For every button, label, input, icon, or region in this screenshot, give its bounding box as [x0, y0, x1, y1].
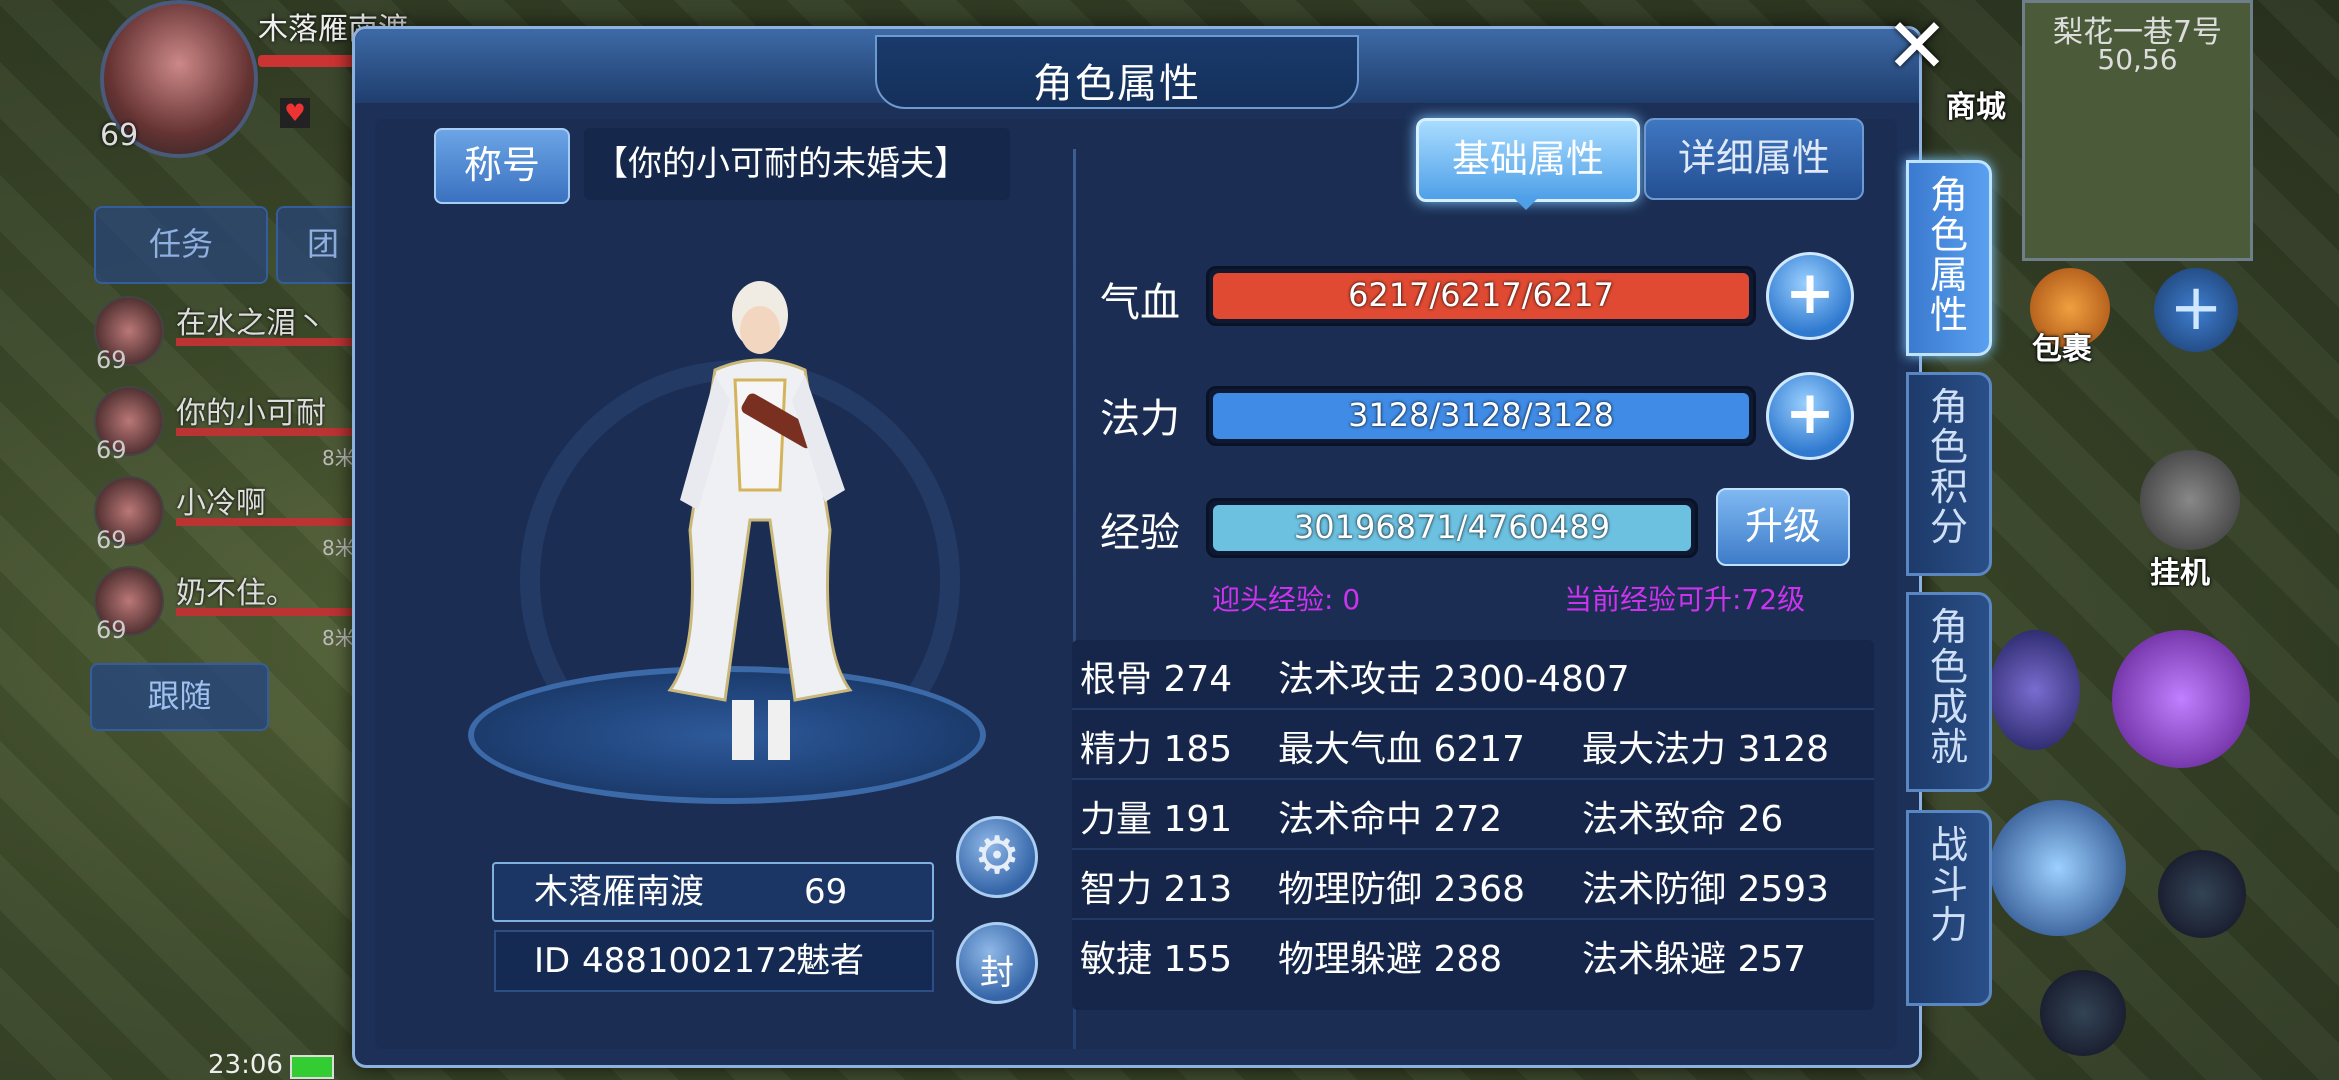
- character-name-box: 木落雁南渡 69: [492, 862, 934, 922]
- add-hp-button[interactable]: +: [1766, 252, 1854, 340]
- table-row: 根骨 274 法术攻击 2300-4807: [1072, 640, 1874, 710]
- team-member[interactable]: 小冷啊 69 8米: [90, 476, 360, 560]
- tab-character-achievements[interactable]: 角色成就: [1906, 592, 1992, 792]
- attr-cell: 法术防御 2593: [1582, 869, 1830, 910]
- skill-icon[interactable]: [2112, 630, 2250, 768]
- attr-cell: 法术命中 272: [1278, 799, 1503, 840]
- team-member-name: 奶不住。: [176, 576, 296, 611]
- gear-icon[interactable]: ⚙: [956, 816, 1038, 898]
- tab-detailed-attributes[interactable]: 详细属性: [1644, 118, 1864, 200]
- clock: 23:06: [208, 1050, 283, 1080]
- locked-skill-icon[interactable]: [2158, 850, 2246, 938]
- add-icon[interactable]: +: [2154, 268, 2238, 352]
- team-member[interactable]: 奶不住。 69 8米: [90, 566, 360, 650]
- mp-label: 法力: [1100, 396, 1180, 442]
- tab-label: 角色成就: [1929, 605, 1968, 769]
- skill-icon[interactable]: [1990, 800, 2126, 936]
- attr-cell: 法术躲避 257: [1582, 939, 1807, 980]
- attr-cell: 最大法力 3128: [1582, 729, 1830, 770]
- exp-bar: 30196871/4760489: [1206, 498, 1698, 558]
- team-member-level: 69: [96, 436, 127, 464]
- team-member-level: 69: [96, 616, 127, 644]
- team-member-level: 69: [96, 526, 127, 554]
- seal-button[interactable]: 封: [956, 922, 1038, 1004]
- character-name: 木落雁南渡: [534, 872, 704, 912]
- team-member[interactable]: 在水之湄丶 69: [90, 296, 360, 380]
- idle-icon[interactable]: [2140, 450, 2240, 550]
- shop-label[interactable]: 商城: [1946, 82, 2006, 126]
- head-exp-note: 迎头经验: 0: [1212, 583, 1361, 616]
- dialog-title: 角色属性: [1033, 61, 1201, 107]
- id-label: ID: [534, 941, 571, 981]
- tab-character-attributes[interactable]: 角色属性: [1906, 160, 1992, 356]
- attr-cell: 物理防御 2368: [1278, 869, 1526, 910]
- tab-label: 角色积分: [1929, 385, 1968, 549]
- tab-combat-power[interactable]: 战斗力: [1906, 810, 1992, 1006]
- mp-value: 3128/3128/3128: [1348, 396, 1614, 434]
- character-class: 魅者: [796, 941, 864, 981]
- tab-label: 角色属性: [1929, 173, 1968, 337]
- bag-label[interactable]: 包裹: [2032, 324, 2092, 368]
- battery-icon: [290, 1055, 334, 1079]
- idle-label[interactable]: 挂机: [2150, 548, 2210, 592]
- exp-value: 30196871/4760489: [1293, 508, 1611, 546]
- close-icon[interactable]: ✕: [1882, 8, 1952, 84]
- follow-button[interactable]: 跟随: [90, 663, 269, 731]
- tab-basic-attributes[interactable]: 基础属性: [1416, 118, 1640, 202]
- table-row: 智力 213 物理防御 2368 法术防御 2593: [1072, 850, 1874, 920]
- level-up-button[interactable]: 升级: [1716, 488, 1850, 566]
- character-model[interactable]: [620, 270, 900, 770]
- character-level: 69: [804, 872, 848, 912]
- skill-icon[interactable]: [1990, 630, 2080, 750]
- hp-value: 6217/6217/6217: [1348, 276, 1614, 314]
- team-member-hp: [176, 428, 356, 436]
- tab-indicator: [1512, 196, 1540, 210]
- attr-cell: 法术攻击 2300-4807: [1278, 659, 1630, 700]
- attr-cell: 根骨 274: [1080, 659, 1233, 700]
- team-member-hp: [176, 518, 356, 526]
- available-level-note: 当前经验可升:72级: [1564, 583, 1806, 616]
- team-member-hp: [176, 608, 356, 616]
- team-member-distance: 8米: [322, 536, 355, 560]
- locked-skill-icon[interactable]: [2040, 970, 2126, 1056]
- team-member-name: 在水之湄丶: [176, 306, 326, 341]
- table-row: 精力 185 最大气血 6217 最大法力 3128: [1072, 710, 1874, 780]
- hp-bar: 6217/6217/6217: [1206, 266, 1756, 326]
- tab-character-points[interactable]: 角色积分: [1906, 372, 1992, 576]
- attributes-table: 根骨 274 法术攻击 2300-4807 精力 185 最大气血 6217 最…: [1072, 640, 1874, 1010]
- table-row: 敏捷 155 物理躲避 288 法术躲避 257: [1072, 920, 1874, 988]
- attr-cell: 法术致命 26: [1582, 799, 1784, 840]
- mp-bar: 3128/3128/3128: [1206, 386, 1756, 446]
- attr-cell: 精力 185: [1080, 729, 1233, 770]
- team-member-distance: 8米: [322, 626, 355, 650]
- team-member-name: 你的小可耐: [176, 396, 326, 431]
- attr-cell: 敏捷 155: [1080, 939, 1233, 980]
- attr-cell: 物理躲避 288: [1278, 939, 1503, 980]
- team-member-distance: 8米: [322, 446, 355, 470]
- heart-icon[interactable]: ♥: [280, 98, 310, 128]
- team-member-name: 小冷啊: [176, 486, 266, 521]
- tab-quest[interactable]: 任务: [94, 206, 268, 284]
- id-value: 4881002172: [582, 941, 799, 981]
- player-level: 69: [100, 118, 139, 153]
- add-mp-button[interactable]: +: [1766, 372, 1854, 460]
- hp-label: 气血: [1100, 280, 1180, 326]
- title-plate: 角色属性: [875, 35, 1359, 109]
- tab-label: 战斗力: [1929, 823, 1968, 947]
- team-member-level: 69: [96, 346, 127, 374]
- character-id-box: ID 4881002172 魅者: [494, 930, 934, 992]
- exp-label: 经验: [1100, 510, 1180, 556]
- team-member[interactable]: 你的小可耐 69 8米: [90, 386, 360, 470]
- table-row: 力量 191 法术命中 272 法术致命 26: [1072, 780, 1874, 850]
- title-value: 【你的小可耐的未婚夫】: [584, 128, 1010, 200]
- attr-cell: 最大气血 6217: [1278, 729, 1526, 770]
- minimap-coordinates: 50,56: [2097, 43, 2178, 76]
- title-button[interactable]: 称号: [434, 128, 570, 204]
- team-member-hp: [176, 338, 356, 346]
- minimap[interactable]: 梨花一巷7号 50,56: [2022, 0, 2253, 261]
- attr-cell: 智力 213: [1080, 869, 1233, 910]
- attr-cell: 力量 191: [1080, 799, 1233, 840]
